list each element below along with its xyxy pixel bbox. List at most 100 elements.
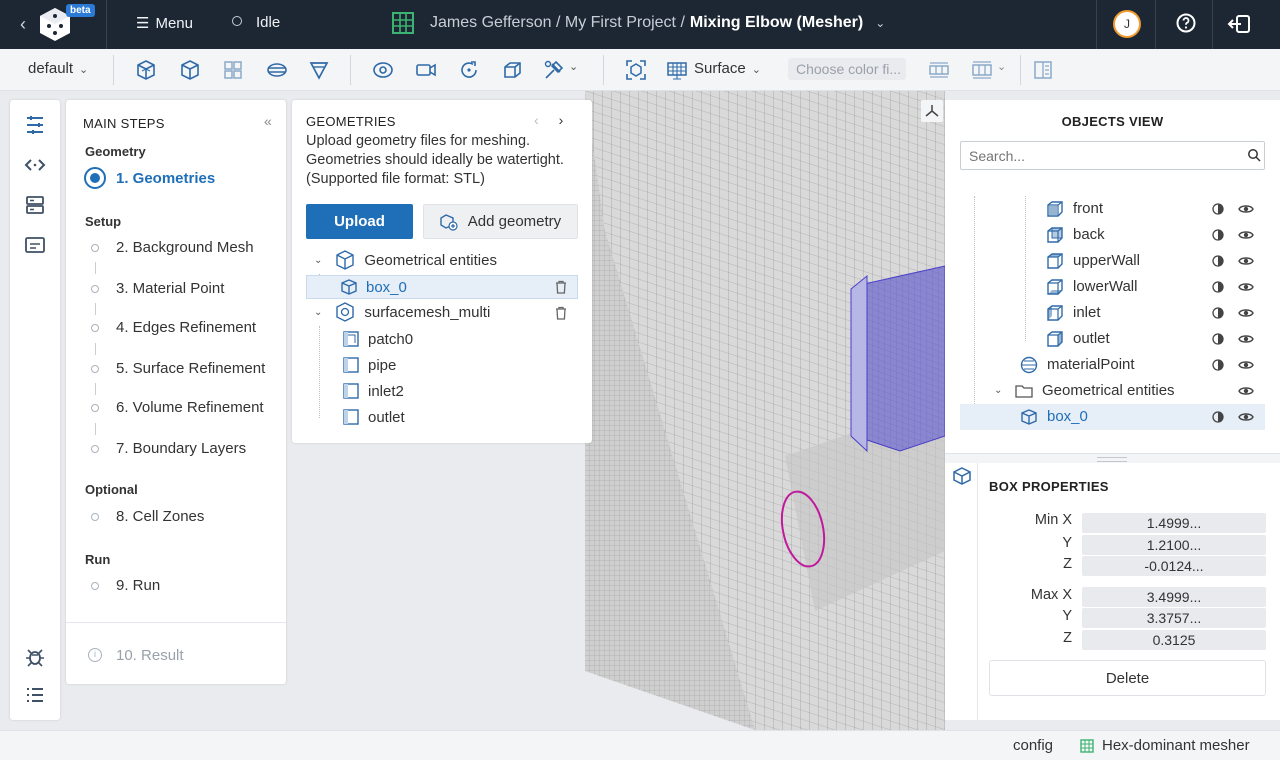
server-icon[interactable] [24,194,46,216]
next-icon[interactable]: › [559,112,564,128]
code-icon[interactable] [24,154,46,176]
opacity-icon[interactable] [1212,333,1224,345]
legend-dropdown[interactable]: ⌄ [970,58,1010,82]
step-background-mesh[interactable]: 2. Background Mesh [116,239,254,256]
tree-item-pipe[interactable]: pipe [342,353,396,377]
breadcrumb-path[interactable]: James Gefferson / My First Project / [430,14,685,32]
chevron-left-icon[interactable]: ‹ [20,14,26,35]
object-row-inlet[interactable]: inlet [960,300,1265,326]
trash-icon[interactable] [554,280,568,294]
step-surface-refinement[interactable]: 5. Surface Refinement [116,360,265,377]
render-mode-select[interactable]: Surface ⌄ [694,60,761,77]
tree-item-inlet2[interactable]: inlet2 [342,379,404,403]
opacity-icon[interactable] [1212,255,1224,267]
tree-group-surfacemesh-multi[interactable]: ⌄ surfacemesh_multi [314,300,490,324]
max-y-value[interactable]: 3.3757... [1082,608,1266,628]
chevron-down-icon[interactable]: ⌄ [994,385,1002,396]
add-geometry-button[interactable]: Add geometry [423,204,578,239]
object-row-upperwall[interactable]: upperWall [960,248,1265,274]
min-y-value[interactable]: 1.2100... [1082,535,1266,555]
object-row-lowerwall[interactable]: lowerWall [960,274,1265,300]
chevron-down-icon[interactable]: ⌄ [314,255,322,266]
axes-orientation-icon[interactable] [921,100,943,122]
workflow-icon[interactable] [24,114,46,136]
upload-button[interactable]: Upload [306,204,413,239]
max-z-value[interactable]: 0.3125 [1082,630,1266,650]
eye-icon[interactable] [1238,410,1254,424]
object-row-geometrical-entities[interactable]: ⌄ Geometrical entities [960,378,1265,404]
bug-icon[interactable] [24,646,46,668]
tree-item-patch0[interactable]: patch0 [342,327,413,351]
fit-view-icon[interactable] [624,58,648,82]
slice-icon[interactable] [265,58,289,82]
object-row-front[interactable]: front [960,196,1265,222]
rotate-icon[interactable] [457,58,481,82]
chevron-down-icon[interactable]: ⌄ [875,16,885,30]
eye-icon[interactable] [1238,280,1254,294]
step-material-point[interactable]: 3. Material Point [116,280,224,297]
step-cell-zones[interactable]: 8. Cell Zones [116,508,204,525]
object-row-box-0[interactable]: box_0 [960,404,1265,430]
avatar[interactable]: J [1113,10,1141,38]
camera-icon[interactable] [414,58,438,82]
eye-icon[interactable] [1238,384,1254,398]
preset-select[interactable]: default ⌄ [28,60,88,77]
menu-button[interactable]: ☰ Menu [136,14,193,32]
tree-item-box-0[interactable]: box_0 [306,275,578,299]
cube-icon[interactable] [952,466,972,486]
delete-button[interactable]: Delete [989,660,1266,696]
view-cube-icon[interactable] [178,58,202,82]
3d-viewport[interactable] [585,91,945,730]
color-field-select[interactable]: Choose color fi... [788,58,906,80]
search-input[interactable] [960,141,1265,170]
object-row-back[interactable]: back [960,222,1265,248]
opacity-icon[interactable] [1212,229,1224,241]
collapse-icon[interactable]: « [264,113,272,129]
step-volume-refinement[interactable]: 6. Volume Refinement [116,399,264,416]
step-boundary-layers[interactable]: 7. Boundary Layers [116,440,246,457]
colormap-icon[interactable] [927,58,951,82]
filter-icon[interactable] [307,58,331,82]
tree-item-outlet[interactable]: outlet [342,405,405,429]
step-run[interactable]: 9. Run [116,577,160,594]
chevron-down-icon[interactable]: ⌄ [314,307,322,318]
visibility-icon[interactable] [371,58,395,82]
min-z-value[interactable]: -0.0124... [1082,556,1266,576]
object-row-outlet[interactable]: outlet [960,326,1265,352]
box-view-icon[interactable] [500,58,524,82]
opacity-icon[interactable] [1212,359,1224,371]
min-x-value[interactable]: 1.4999... [1082,513,1266,533]
help-icon[interactable] [1176,13,1196,33]
breadcrumb-current[interactable]: Mixing Elbow (Mesher) [690,14,863,32]
list-icon[interactable] [24,684,46,706]
surface-mesh-icon[interactable] [665,58,689,82]
tools-dropdown[interactable]: ⌄ [542,58,582,82]
logout-icon[interactable] [1227,13,1251,35]
panel-resize-handle[interactable] [945,453,1280,463]
opacity-icon[interactable] [1212,203,1224,215]
max-x-value[interactable]: 3.4999... [1082,587,1266,607]
grid-view-icon[interactable] [221,58,245,82]
view-iso-cube-icon[interactable] [134,58,158,82]
opacity-icon[interactable] [1212,307,1224,319]
prev-icon[interactable]: ‹ [534,112,539,128]
eye-icon[interactable] [1238,228,1254,242]
eye-icon[interactable] [1238,254,1254,268]
opacity-icon[interactable] [1212,411,1224,423]
mesher-status[interactable]: Hex-dominant mesher [1080,737,1250,754]
config-label[interactable]: config [1013,737,1053,754]
tree-group-geometrical-entities[interactable]: ⌄ Geometrical entities [314,248,497,272]
search-icon[interactable] [1247,148,1261,162]
eye-icon[interactable] [1238,358,1254,372]
opacity-icon[interactable] [1212,281,1224,293]
breadcrumb[interactable]: James Gefferson / My First Project / Mix… [392,12,885,34]
step-edges-refinement[interactable]: 4. Edges Refinement [116,319,256,336]
side-panel-icon[interactable] [1031,58,1055,82]
eye-icon[interactable] [1238,332,1254,346]
terminal-icon[interactable] [24,234,46,256]
object-row-materialpoint[interactable]: materialPoint [960,352,1265,378]
step-geometries[interactable]: 1. Geometries [116,170,215,187]
trash-icon[interactable] [554,306,568,320]
eye-icon[interactable] [1238,202,1254,216]
eye-icon[interactable] [1238,306,1254,320]
